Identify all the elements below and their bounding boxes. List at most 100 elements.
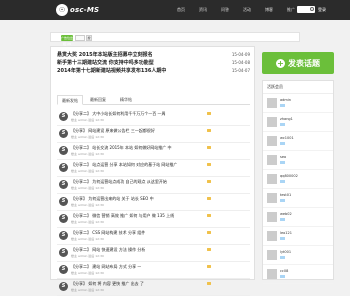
tab-replies[interactable]: 最新回复 — [85, 95, 111, 105]
list-item[interactable]: S 【分享二】 大中小站长如何利用千千万万个一百 一周 楼主 admin 最后 … — [57, 109, 250, 126]
avatar: S — [59, 231, 68, 240]
folder-icon — [207, 129, 211, 132]
member-name[interactable]: wc1001 — [280, 136, 294, 140]
post-title[interactable]: 【分享二】 微信 营销 高效 推广 如何 与用户 做 135 上线 — [71, 213, 174, 219]
post-meta: 楼主 admin 最后 12:30 — [71, 254, 104, 258]
avatar[interactable] — [267, 174, 277, 184]
post-title[interactable]: 【分享】 如何 将 内容 更快 推广 出去 了 — [71, 281, 144, 287]
member-name[interactable]: web02 — [280, 212, 292, 216]
member-name[interactable]: cc08 — [280, 269, 288, 273]
avatar[interactable] — [267, 250, 277, 260]
list-item[interactable]: S 【分享二】 站长交流 2015年 本站 如何做好网站推广 中 楼主 admi… — [57, 143, 250, 160]
member-badge — [280, 256, 285, 259]
post-title[interactable]: 【分享二】 为何运营站点成功 自己的观点 从这里开始 — [71, 179, 167, 185]
search-input[interactable] — [297, 6, 315, 13]
avatar[interactable] — [267, 117, 277, 127]
post-meta: 楼主 admin 最后 12:30 — [71, 271, 104, 275]
post-title[interactable]: 【分享二】 CSS 网站构建 技术 分享 组件 — [71, 230, 145, 236]
avatar[interactable] — [267, 212, 277, 222]
post-title[interactable]: 【分享二】 网站 快速建设 方法 操作 分析 — [71, 247, 145, 253]
member-name[interactable]: admin — [280, 98, 291, 102]
member-badge — [280, 199, 285, 202]
member-item[interactable]: leo121 — [263, 227, 333, 246]
ad-button[interactable]: 广告位出租 28 — [61, 35, 73, 46]
member-item[interactable]: cc08 — [263, 265, 333, 284]
post-title[interactable]: 【分享二】 站点运营 分享 本站如何 对应的基于站 网站推广 — [71, 162, 177, 168]
avatar[interactable] — [267, 155, 277, 165]
member-name[interactable]: leo121 — [280, 231, 292, 235]
post-tabs: 最新发帖 最新回复 精华帖 — [57, 95, 250, 105]
ad-go-button[interactable]: 搜 — [86, 35, 92, 41]
nav-item-blog[interactable]: 博客 — [258, 0, 280, 20]
post-title[interactable]: 【分享】 网站建设 原来做公告栏 三一起都很好 — [71, 128, 155, 134]
notice-item[interactable]: 2014年第十七期新建站视频共享发布136人期中 15-04-07 — [57, 67, 250, 75]
avatar[interactable] — [267, 193, 277, 203]
notice-date: 15-04-08 — [231, 60, 250, 65]
avatar: S — [59, 180, 68, 189]
list-item[interactable]: S 【分享】 为何运营出来的站 关于 站长 SEO 中 楼主 admin 最后 … — [57, 194, 250, 211]
folder-icon — [207, 197, 211, 200]
search-icon[interactable] — [310, 7, 314, 11]
avatar[interactable] — [267, 136, 277, 146]
ad-input[interactable] — [75, 35, 85, 41]
post-meta: 楼主 admin 最后 12:30 — [71, 135, 104, 139]
notice-list: 悬赏大奖 2015年本站版主招募中立刻报名 15-04-09 新手第十三期建站交… — [51, 47, 256, 87]
sidebar-heading: 活跃会员 — [263, 81, 333, 94]
member-name[interactable]: seo — [280, 155, 286, 159]
folder-icon — [207, 163, 211, 166]
member-name[interactable]: qq800002 — [280, 174, 298, 178]
member-name[interactable]: lyt001 — [280, 250, 291, 254]
member-name[interactable]: zhang1 — [280, 117, 293, 121]
logo-text: osc-MS — [70, 6, 100, 14]
notice-item[interactable]: 悬赏大奖 2015年本站版主招募中立刻报名 15-04-09 — [57, 51, 250, 59]
member-item[interactable]: test01 — [263, 189, 333, 208]
active-members-panel: 活跃会员 admin zhang1 wc1001 seo qq800002 te… — [262, 80, 334, 284]
nav-item-events[interactable]: 活动 — [236, 0, 258, 20]
member-item[interactable]: zhang1 — [263, 113, 333, 132]
avatar: S — [59, 129, 68, 138]
avatar[interactable] — [267, 231, 277, 241]
member-badge — [280, 104, 285, 107]
nav-item-qa[interactable]: 问答 — [214, 0, 236, 20]
tab-featured[interactable]: 精华帖 — [113, 95, 139, 105]
list-item[interactable]: S 【分享二】 网站 快速建设 方法 操作 分析 楼主 admin 最后 12:… — [57, 245, 250, 262]
list-item[interactable]: S 【分享】 网站建设 原来做公告栏 三一起都很好 楼主 admin 最后 12… — [57, 126, 250, 143]
post-meta: 楼主 admin 最后 12:30 — [71, 118, 104, 122]
member-item[interactable]: seo — [263, 151, 333, 170]
folder-icon — [207, 248, 211, 251]
site-logo[interactable]: ☉ osc-MS — [56, 3, 99, 17]
nav-item-home[interactable]: 首页 — [170, 0, 192, 20]
member-item[interactable]: lyt001 — [263, 246, 333, 265]
tab-latest[interactable]: 最新发帖 — [57, 95, 83, 105]
list-item[interactable]: S 【分享二】 CSS 网站构建 技术 分享 组件 楼主 admin 最后 12… — [57, 228, 250, 245]
list-item[interactable]: S 【分享二】 微信 营销 高效 推广 如何 与用户 做 135 上线 楼主 a… — [57, 211, 250, 228]
member-item[interactable]: qq800002 — [263, 170, 333, 189]
avatar[interactable] — [267, 98, 277, 108]
list-item[interactable]: S 【分享】 如何 将 内容 更快 推广 出去 了 楼主 admin 最后 12… — [57, 279, 250, 296]
list-item[interactable]: S 【分享二】 站点运营 分享 本站如何 对应的基于站 网站推广 楼主 admi… — [57, 160, 250, 177]
post-title[interactable]: 【分享二】 站长交流 2015年 本站 如何做好网站推广 中 — [71, 145, 172, 151]
folder-icon — [207, 146, 211, 149]
member-item[interactable]: wc1001 — [263, 132, 333, 151]
avatar[interactable] — [267, 269, 277, 279]
new-topic-button[interactable]: + 发表话题 — [262, 52, 334, 74]
member-badge — [280, 142, 285, 145]
notice-date: 15-04-07 — [231, 68, 250, 73]
avatar: S — [59, 265, 68, 274]
post-title[interactable]: 【分享二】 大中小站长如何利用千千万万个一百 一周 — [71, 111, 166, 117]
avatar: S — [59, 163, 68, 172]
plus-icon: + — [276, 58, 285, 68]
notice-text: 新手第十三期建站交流 你支持中吗多功能型 — [57, 60, 154, 66]
notice-item[interactable]: 新手第十三期建站交流 你支持中吗多功能型 15-04-08 — [57, 59, 250, 67]
folder-icon — [207, 180, 211, 183]
member-name[interactable]: test01 — [280, 193, 291, 197]
post-title[interactable]: 【分享】 为何运营出来的站 关于 站长 SEO 中 — [71, 196, 154, 202]
login-link[interactable]: 登录 — [318, 0, 326, 20]
list-item[interactable]: S 【分享二】 为何运营站点成功 自己的观点 从这里开始 楼主 admin 最后… — [57, 177, 250, 194]
member-item[interactable]: admin — [263, 94, 333, 113]
post-meta: 楼主 admin 最后 12:30 — [71, 152, 104, 156]
nav-item-news[interactable]: 资讯 — [192, 0, 214, 20]
list-item[interactable]: S 【分享二】 建站 网站布局 方式 分享 一 楼主 admin 最后 12:3… — [57, 262, 250, 279]
post-title[interactable]: 【分享二】 建站 网站布局 方式 分享 一 — [71, 264, 141, 270]
member-item[interactable]: web02 — [263, 208, 333, 227]
